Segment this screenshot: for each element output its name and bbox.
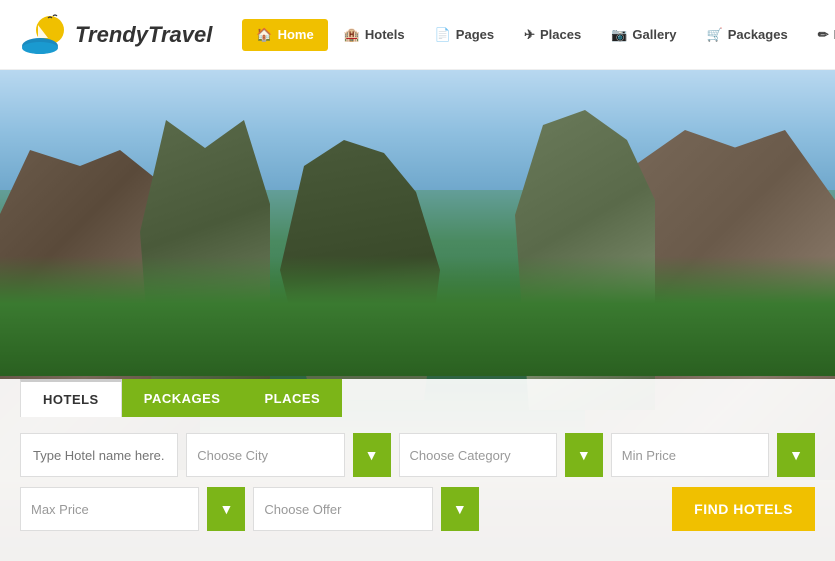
offer-select[interactable]: Choose Offer bbox=[254, 488, 431, 530]
hotel-name-field-wrap bbox=[20, 433, 178, 477]
search-panel: HOTELS PACKAGES PLACES Choose City ▼ Cho… bbox=[0, 379, 835, 561]
city-dropdown-wrap: Choose City bbox=[186, 433, 344, 477]
logo: TrendyTravel bbox=[20, 10, 212, 60]
navbar: TrendyTravel 🏠 Home 🏨 Hotels 📄 Pages ✈ P… bbox=[0, 0, 835, 70]
nav-item-hotels[interactable]: 🏨 Hotels bbox=[330, 19, 419, 51]
logo-svg bbox=[20, 10, 75, 60]
category-dropdown-btn[interactable]: ▼ bbox=[565, 433, 603, 477]
nav-menu: 🏠 Home 🏨 Hotels 📄 Pages ✈ Places 📷 Galle… bbox=[242, 19, 835, 51]
offer-dropdown-wrap: Choose Offer bbox=[253, 487, 432, 531]
tab-places[interactable]: PLACES bbox=[242, 379, 342, 417]
offer-dropdown-btn[interactable]: ▼ bbox=[441, 487, 479, 531]
search-row-2: Max Price ▼ Choose Offer ▼ FIND HOTELS bbox=[20, 487, 815, 531]
tab-packages[interactable]: PACKAGES bbox=[122, 379, 243, 417]
max-price-wrap: Max Price bbox=[20, 487, 199, 531]
nav-item-home[interactable]: 🏠 Home bbox=[242, 19, 327, 51]
hero-section: HOTELS PACKAGES PLACES Choose City ▼ Cho… bbox=[0, 70, 835, 561]
home-icon: 🏠 bbox=[256, 27, 272, 43]
search-row-1: Choose City ▼ Choose Category ▼ Min Pric… bbox=[20, 433, 815, 477]
city-select[interactable]: Choose City bbox=[187, 434, 343, 476]
min-price-select[interactable]: Min Price bbox=[612, 434, 768, 476]
places-icon: ✈ bbox=[524, 27, 535, 43]
hotel-name-input[interactable] bbox=[21, 434, 177, 476]
packages-icon: 🛒 bbox=[707, 27, 723, 43]
nav-item-blog[interactable]: ✏ Blog bbox=[804, 19, 835, 51]
greenery-bg bbox=[0, 256, 835, 376]
max-price-select[interactable]: Max Price bbox=[21, 488, 198, 530]
min-price-dropdown-btn[interactable]: ▼ bbox=[777, 433, 815, 477]
find-hotels-button[interactable]: FIND HOTELS bbox=[672, 487, 815, 531]
nav-item-packages[interactable]: 🛒 Packages bbox=[693, 19, 802, 51]
nav-item-places[interactable]: ✈ Places bbox=[510, 19, 595, 51]
nav-item-gallery[interactable]: 📷 Gallery bbox=[597, 19, 690, 51]
max-price-dropdown-btn[interactable]: ▼ bbox=[207, 487, 245, 531]
category-select[interactable]: Choose Category bbox=[400, 434, 556, 476]
search-tabs: HOTELS PACKAGES PLACES bbox=[20, 379, 815, 417]
tab-hotels[interactable]: HOTELS bbox=[20, 379, 122, 417]
min-price-wrap: Min Price bbox=[611, 433, 769, 477]
category-dropdown-wrap: Choose Category bbox=[399, 433, 557, 477]
city-dropdown-btn[interactable]: ▼ bbox=[353, 433, 391, 477]
pages-icon: 📄 bbox=[435, 27, 451, 43]
nav-item-pages[interactable]: 📄 Pages bbox=[421, 19, 509, 51]
blog-icon: ✏ bbox=[818, 27, 829, 43]
logo-text: TrendyTravel bbox=[75, 22, 212, 48]
gallery-icon: 📷 bbox=[611, 27, 627, 43]
hotels-nav-icon: 🏨 bbox=[344, 27, 360, 43]
